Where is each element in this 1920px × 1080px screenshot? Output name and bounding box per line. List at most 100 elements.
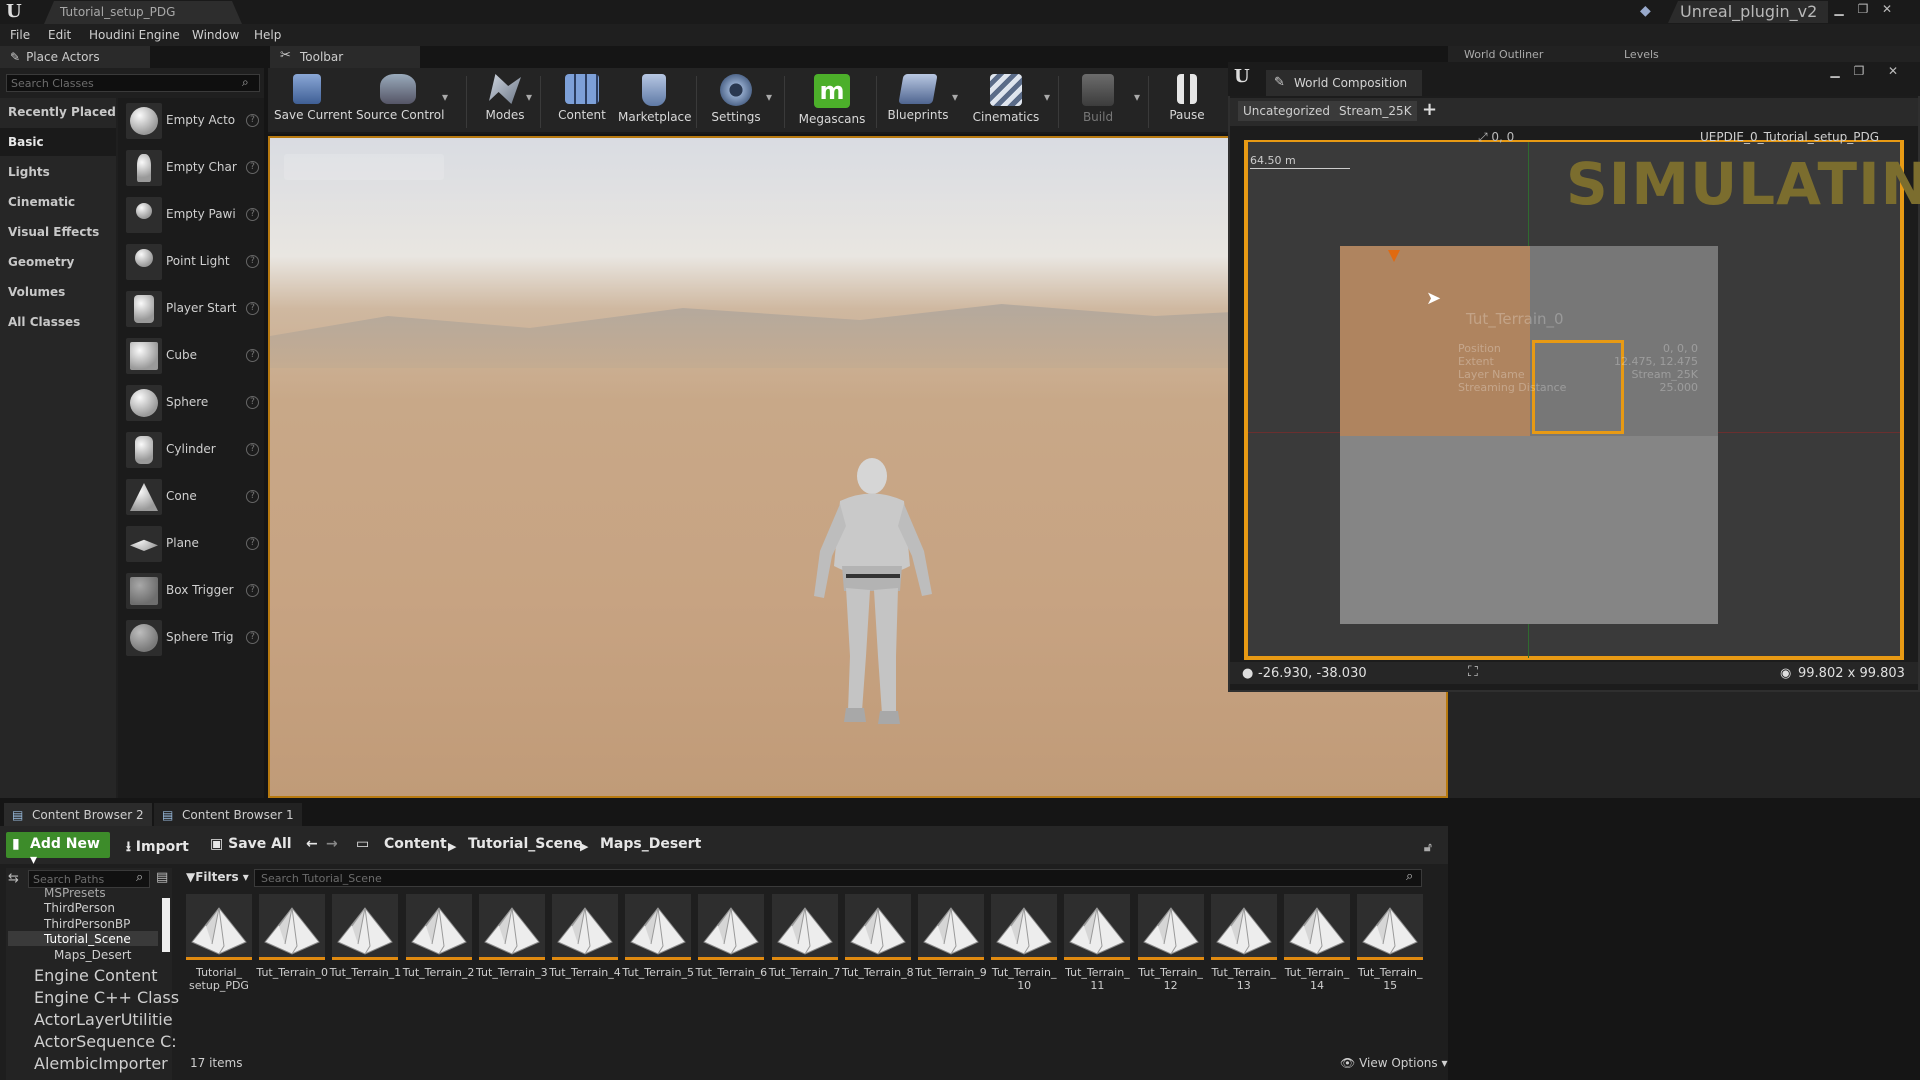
menu-help[interactable]: Help bbox=[254, 28, 281, 42]
help-icon[interactable]: ? bbox=[246, 349, 259, 362]
actor-item-sphere-trigger[interactable]: Sphere Trig? bbox=[118, 615, 264, 661]
tree-root-actorsequence[interactable]: ActorSequence C: bbox=[34, 1032, 177, 1051]
search-icon[interactable]: ⌕ bbox=[136, 870, 143, 885]
tree-item-mspresets[interactable]: MSPresets bbox=[44, 886, 106, 900]
actor-item-cube[interactable]: Cube? bbox=[118, 333, 264, 379]
save-all-button[interactable]: ▣ Save All bbox=[210, 836, 292, 852]
search-icon[interactable]: ⌕ bbox=[1406, 869, 1413, 884]
document-tab[interactable]: Tutorial_setup_PDG bbox=[44, 1, 242, 24]
asset-tile[interactable]: Tut_Terrain_0 bbox=[256, 894, 329, 979]
wc-close-icon[interactable]: ✕ bbox=[1884, 64, 1902, 80]
asset-tile[interactable]: Tut_Terrain_9 bbox=[915, 894, 988, 979]
tab-levels[interactable]: Levels bbox=[1624, 48, 1659, 61]
tree-item-thirdperson[interactable]: ThirdPerson bbox=[44, 901, 115, 915]
fit-to-view-icon[interactable]: ⛶ bbox=[1468, 664, 1478, 680]
add-new-button[interactable]: Add New ▾ bbox=[6, 832, 110, 868]
menu-houdini-engine[interactable]: Houdini Engine bbox=[89, 28, 180, 42]
actor-item-empty-pawn[interactable]: Empty Pawi? bbox=[118, 192, 264, 238]
terrain-tile-lower[interactable] bbox=[1340, 436, 1718, 624]
tree-item-thirdpersonbp[interactable]: ThirdPersonBP bbox=[44, 917, 130, 931]
source-control-button[interactable]: Source Control bbox=[356, 72, 444, 132]
asset-tile[interactable]: Tut_Terrain_5 bbox=[622, 894, 695, 979]
view-options-button[interactable]: 👁︎ View Options ▾ bbox=[1340, 1056, 1448, 1070]
help-icon[interactable]: ? bbox=[246, 255, 259, 268]
filters-button[interactable]: ▼Filters ▾ bbox=[186, 870, 249, 884]
category-visual-effects[interactable]: Visual Effects bbox=[0, 218, 116, 246]
help-icon[interactable]: ? bbox=[246, 396, 259, 409]
back-arrow-icon[interactable]: ← bbox=[306, 836, 318, 852]
help-icon[interactable]: ? bbox=[246, 161, 259, 174]
asset-tile[interactable]: Tut_Terrain_4 bbox=[549, 894, 622, 979]
tab-toolbar[interactable]: Toolbar bbox=[270, 46, 420, 68]
forward-arrow-icon[interactable]: → bbox=[326, 836, 338, 852]
asset-tile[interactable]: Tut_Terrain_8 bbox=[842, 894, 915, 979]
tree-root-actorlayerutilities[interactable]: ActorLayerUtilitie bbox=[34, 1010, 173, 1029]
asset-tile[interactable]: Tut_Terrain_ 12 bbox=[1137, 894, 1208, 992]
menu-edit[interactable]: Edit bbox=[48, 28, 71, 42]
actor-item-empty-actor[interactable]: Empty Acto? bbox=[118, 98, 264, 144]
tree-root-alembicimporter[interactable]: AlembicImporter bbox=[34, 1054, 168, 1073]
category-recently-placed[interactable]: Recently Placed bbox=[0, 98, 116, 126]
help-icon[interactable]: ? bbox=[246, 114, 259, 127]
help-icon[interactable]: ? bbox=[246, 208, 259, 221]
actor-item-empty-character[interactable]: Empty Char? bbox=[118, 145, 264, 191]
help-icon[interactable]: ? bbox=[246, 537, 259, 550]
tab-content-browser-2[interactable]: ▤ Content Browser 2 bbox=[4, 803, 152, 826]
build-button[interactable]: Build bbox=[1068, 72, 1128, 132]
breadcrumb-content[interactable]: Content bbox=[384, 836, 447, 852]
actor-item-plane[interactable]: Plane? bbox=[118, 521, 264, 567]
layer-uncategorized[interactable]: Uncategorized bbox=[1238, 101, 1335, 121]
breadcrumb-tutorial-scene[interactable]: Tutorial_Scene bbox=[468, 836, 583, 852]
pause-button[interactable]: Pause bbox=[1162, 72, 1212, 132]
asset-tile[interactable]: Tut_Terrain_ 13 bbox=[1210, 894, 1281, 992]
actor-item-cylinder[interactable]: Cylinder? bbox=[118, 427, 264, 473]
actor-item-cone[interactable]: Cone? bbox=[118, 474, 264, 520]
tree-options-icon[interactable]: ▤ bbox=[156, 870, 168, 885]
tab-content-browser-1[interactable]: ▤ Content Browser 1 bbox=[154, 803, 302, 826]
close-icon[interactable]: ✕ bbox=[1878, 2, 1896, 18]
category-lights[interactable]: Lights bbox=[0, 158, 116, 186]
asset-tile[interactable]: Tut_Terrain_3 bbox=[476, 894, 549, 979]
search-assets-input[interactable]: Search Tutorial_Scene bbox=[254, 869, 1422, 887]
toggle-sources-icon[interactable]: ⇆ bbox=[8, 871, 19, 886]
menu-file[interactable]: File bbox=[10, 28, 30, 42]
search-icon[interactable]: ⌕ bbox=[242, 75, 249, 90]
marketplace-button[interactable]: Marketplace bbox=[618, 72, 692, 132]
category-volumes[interactable]: Volumes bbox=[0, 278, 116, 306]
save-current-button[interactable]: Save Current bbox=[274, 72, 352, 132]
cinematics-button[interactable]: Cinematics bbox=[968, 72, 1044, 132]
wc-restore-icon[interactable]: ❐ bbox=[1850, 64, 1868, 80]
help-icon[interactable]: ? bbox=[246, 490, 259, 503]
help-icon[interactable]: ? bbox=[246, 584, 259, 597]
help-icon[interactable]: ? bbox=[246, 443, 259, 456]
category-basic[interactable]: Basic bbox=[0, 128, 116, 156]
actor-item-sphere[interactable]: Sphere? bbox=[118, 380, 264, 426]
content-button[interactable]: Content bbox=[554, 72, 610, 132]
asset-tile[interactable]: Tut_Terrain_6 bbox=[696, 894, 768, 979]
import-button[interactable]: ⭳ Import bbox=[126, 836, 189, 860]
search-classes-input[interactable]: Search Classes bbox=[6, 74, 260, 92]
settings-button[interactable]: Settings bbox=[708, 72, 764, 132]
tree-item-tutorial-scene[interactable]: Tutorial_Scene bbox=[44, 932, 131, 946]
restore-icon[interactable]: ❐ bbox=[1854, 2, 1872, 18]
category-cinematic[interactable]: Cinematic bbox=[0, 188, 116, 216]
tree-item-maps-desert[interactable]: Maps_Desert bbox=[54, 948, 131, 962]
asset-tile[interactable]: Tut_Terrain_ 15 bbox=[1357, 894, 1427, 992]
layer-stream-25k[interactable]: Stream_25K bbox=[1334, 101, 1417, 121]
megascans-button[interactable]: m Megascans bbox=[796, 72, 868, 132]
terrain-tile-selected[interactable] bbox=[1340, 246, 1530, 436]
menu-window[interactable]: Window bbox=[192, 28, 239, 42]
breadcrumb-maps-desert[interactable]: Maps_Desert bbox=[600, 836, 701, 852]
category-all-classes[interactable]: All Classes bbox=[0, 308, 116, 336]
category-geometry[interactable]: Geometry bbox=[0, 248, 116, 276]
asset-tile[interactable]: Tut_Terrain_1 bbox=[330, 894, 402, 979]
tab-world-outliner[interactable]: World Outliner bbox=[1464, 48, 1543, 61]
blueprints-button[interactable]: Blueprints bbox=[886, 72, 950, 132]
asset-tile[interactable]: Tut_Terrain_ 14 bbox=[1284, 894, 1354, 992]
actor-item-box-trigger[interactable]: Box Trigger? bbox=[118, 568, 264, 614]
help-icon[interactable]: ? bbox=[246, 302, 259, 315]
add-layer-button[interactable]: + bbox=[1422, 99, 1437, 120]
asset-tile[interactable]: Tut_Terrain_7 bbox=[769, 894, 842, 979]
actor-item-player-start[interactable]: Player Start? bbox=[118, 286, 264, 332]
asset-tile[interactable]: Tut_Terrain_2 bbox=[403, 894, 476, 979]
